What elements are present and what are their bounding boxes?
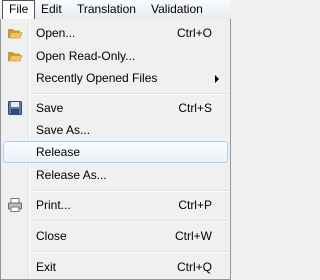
menu-item-release[interactable]: Release bbox=[3, 141, 228, 163]
menu-item-release-as[interactable]: Release As... bbox=[3, 164, 228, 186]
menu-item-exit[interactable]: Exit Ctrl+Q bbox=[3, 256, 228, 278]
menu-validation[interactable]: Validation bbox=[145, 1, 209, 17]
menu-item-label: Close bbox=[36, 229, 67, 243]
folder-icon bbox=[7, 25, 23, 41]
separator bbox=[32, 93, 228, 95]
menu-item-label: Print... bbox=[36, 198, 71, 212]
menu-item-open[interactable]: Open... Ctrl+O bbox=[3, 22, 228, 44]
separator bbox=[32, 190, 228, 192]
folder-icon bbox=[7, 48, 23, 64]
floppy-disk-icon bbox=[7, 100, 23, 116]
menu-bar: File Edit Translation Validation bbox=[0, 0, 231, 20]
menu-item-label: Open Read-Only... bbox=[36, 49, 136, 63]
file-menu-dropdown: Open... Ctrl+O Open Read-Only... Recentl… bbox=[0, 19, 231, 280]
menu-file[interactable]: File bbox=[2, 0, 36, 19]
shortcut-label: Ctrl+P bbox=[178, 198, 212, 212]
shortcut-label: Ctrl+S bbox=[178, 101, 212, 115]
menu-item-label: Recently Opened Files bbox=[36, 71, 158, 85]
separator bbox=[32, 220, 228, 222]
menu-item-print[interactable]: Print... Ctrl+P bbox=[3, 194, 228, 216]
menu-item-label: Release As... bbox=[36, 168, 107, 182]
submenu-arrow-icon bbox=[215, 75, 219, 83]
menu-item-recently-opened-files[interactable]: Recently Opened Files bbox=[3, 67, 228, 89]
printer-icon bbox=[7, 197, 23, 213]
menu-item-save-as[interactable]: Save As... bbox=[3, 119, 228, 141]
menu-item-label: Release bbox=[36, 145, 81, 159]
separator bbox=[32, 251, 228, 253]
menu-item-save[interactable]: Save Ctrl+S bbox=[3, 97, 228, 119]
shortcut-label: Ctrl+W bbox=[175, 229, 212, 243]
shortcut-label: Ctrl+O bbox=[176, 26, 212, 40]
menu-translation[interactable]: Translation bbox=[71, 1, 142, 17]
menu-item-label: Save bbox=[36, 101, 64, 115]
menu-item-label: Open... bbox=[36, 26, 76, 40]
menu-edit[interactable]: Edit bbox=[35, 1, 68, 17]
menu-item-label: Exit bbox=[36, 260, 57, 274]
menu-item-open-read-only[interactable]: Open Read-Only... bbox=[3, 45, 228, 67]
menu-item-close[interactable]: Close Ctrl+W bbox=[3, 225, 228, 247]
shortcut-label: Ctrl+Q bbox=[176, 260, 212, 274]
menu-item-label: Save As... bbox=[36, 123, 91, 137]
